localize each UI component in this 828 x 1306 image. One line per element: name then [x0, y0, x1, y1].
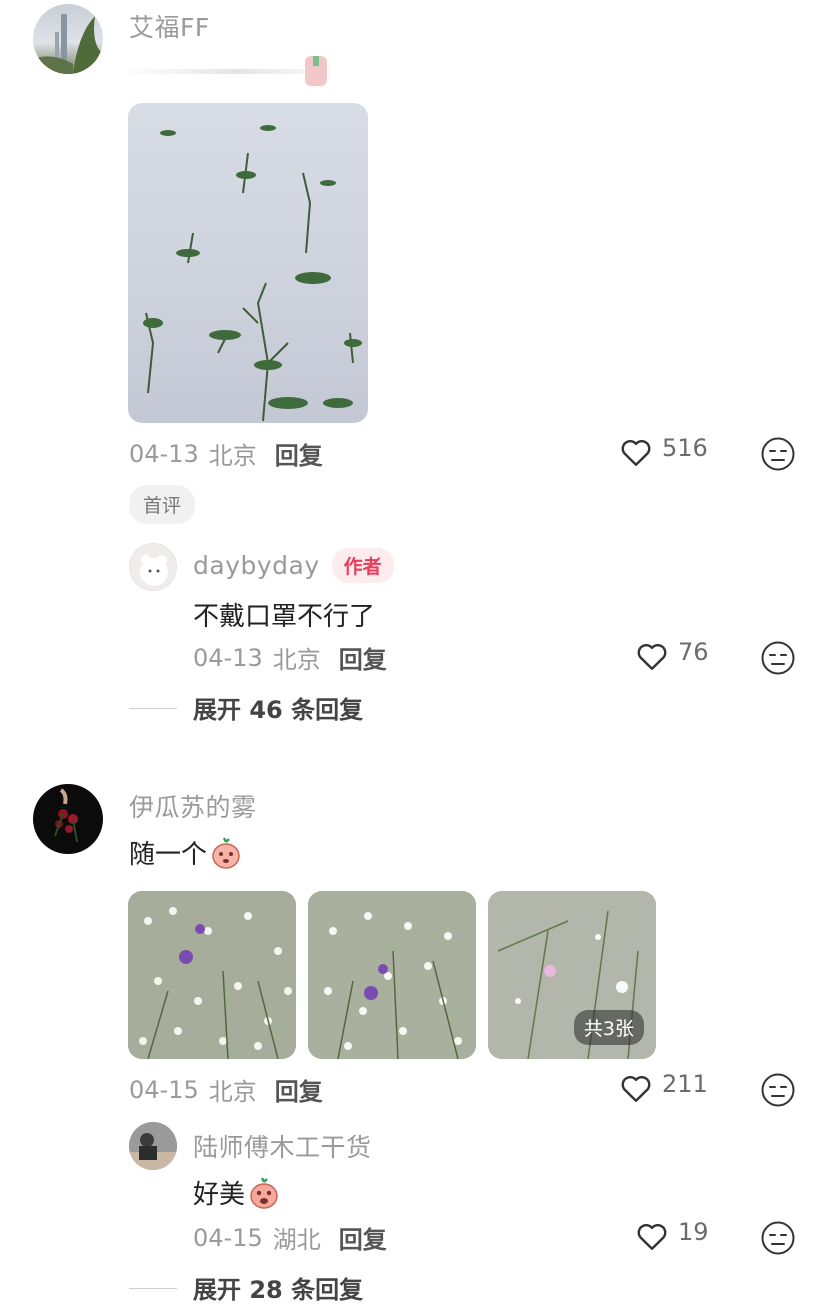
heart-outline-icon[interactable] — [634, 1218, 670, 1254]
reply-button[interactable]: 回复 — [275, 436, 323, 471]
reply-text: 不戴口罩不行了 — [193, 602, 376, 632]
reply-header: daybyday 作者 — [193, 548, 394, 583]
reply-button[interactable]: 回复 — [339, 1220, 387, 1255]
author-badge: 作者 — [331, 548, 394, 583]
reply-date: 04-15 — [193, 1223, 263, 1252]
commenter-avatar[interactable] — [33, 784, 103, 854]
comment-photo[interactable]: 共3张 — [488, 891, 656, 1059]
unamused-face-icon[interactable] — [760, 640, 796, 676]
comment-text: 随一个 — [129, 840, 208, 870]
reply-text: 好美 — [193, 1180, 246, 1210]
comment-meta: 04-15 北京 回复 — [129, 1072, 323, 1107]
like-count: 516 — [662, 434, 708, 462]
reply-username[interactable]: 陆师傅木工干货 — [193, 1128, 372, 1164]
expand-divider — [129, 1288, 177, 1289]
heart-outline-icon[interactable] — [618, 1070, 654, 1106]
unamused-face-icon[interactable] — [760, 436, 796, 472]
comment-photo[interactable] — [128, 103, 368, 423]
commenter-avatar[interactable] — [33, 4, 103, 74]
unamused-face-icon[interactable] — [760, 1220, 796, 1256]
reply-button[interactable]: 回复 — [275, 1072, 323, 1107]
reply-location: 湖北 — [272, 1226, 321, 1254]
like-count: 211 — [662, 1070, 708, 1098]
reply-avatar[interactable] — [129, 1122, 177, 1170]
commenter-username[interactable]: 艾福FF — [129, 8, 210, 44]
reply-button[interactable]: 回复 — [339, 640, 387, 675]
expand-replies-button[interactable]: 展开 28 条回复 — [193, 1270, 363, 1305]
expand-replies-button[interactable]: 展开 46 条回复 — [193, 690, 363, 725]
comment-location: 北京 — [208, 442, 257, 470]
like-count: 76 — [678, 638, 709, 666]
peach-sticker-icon — [247, 1176, 281, 1210]
reply-body: 好美 — [193, 1174, 281, 1211]
reply-avatar[interactable] — [129, 543, 177, 591]
unamused-face-icon[interactable] — [760, 1072, 796, 1108]
heart-outline-icon[interactable] — [634, 638, 670, 674]
photo-count-badge: 共3张 — [573, 1010, 644, 1045]
comment-photo[interactable] — [128, 891, 296, 1059]
reply-date: 04-13 — [193, 643, 263, 672]
reply-meta: 04-15 湖北 回复 — [193, 1220, 387, 1255]
comment-photo[interactable] — [308, 891, 476, 1059]
comment-meta: 04-13 北京 回复 — [129, 436, 323, 471]
comment-body: 随一个 — [129, 834, 243, 871]
reply-location: 北京 — [272, 646, 321, 674]
blurred-sticker — [129, 52, 329, 88]
like-count: 19 — [678, 1218, 709, 1246]
expand-divider — [129, 708, 177, 709]
comment-location: 北京 — [208, 1078, 257, 1106]
peach-sticker-icon — [209, 836, 243, 870]
reply-username[interactable]: daybyday — [193, 551, 320, 580]
commenter-username[interactable]: 伊瓜苏的雾 — [129, 788, 257, 824]
reply-meta: 04-13 北京 回复 — [193, 640, 387, 675]
first-comment-badge: 首评 — [129, 485, 196, 524]
heart-outline-icon[interactable] — [618, 434, 654, 470]
comment-date: 04-13 — [129, 439, 199, 468]
comment-date: 04-15 — [129, 1075, 199, 1104]
